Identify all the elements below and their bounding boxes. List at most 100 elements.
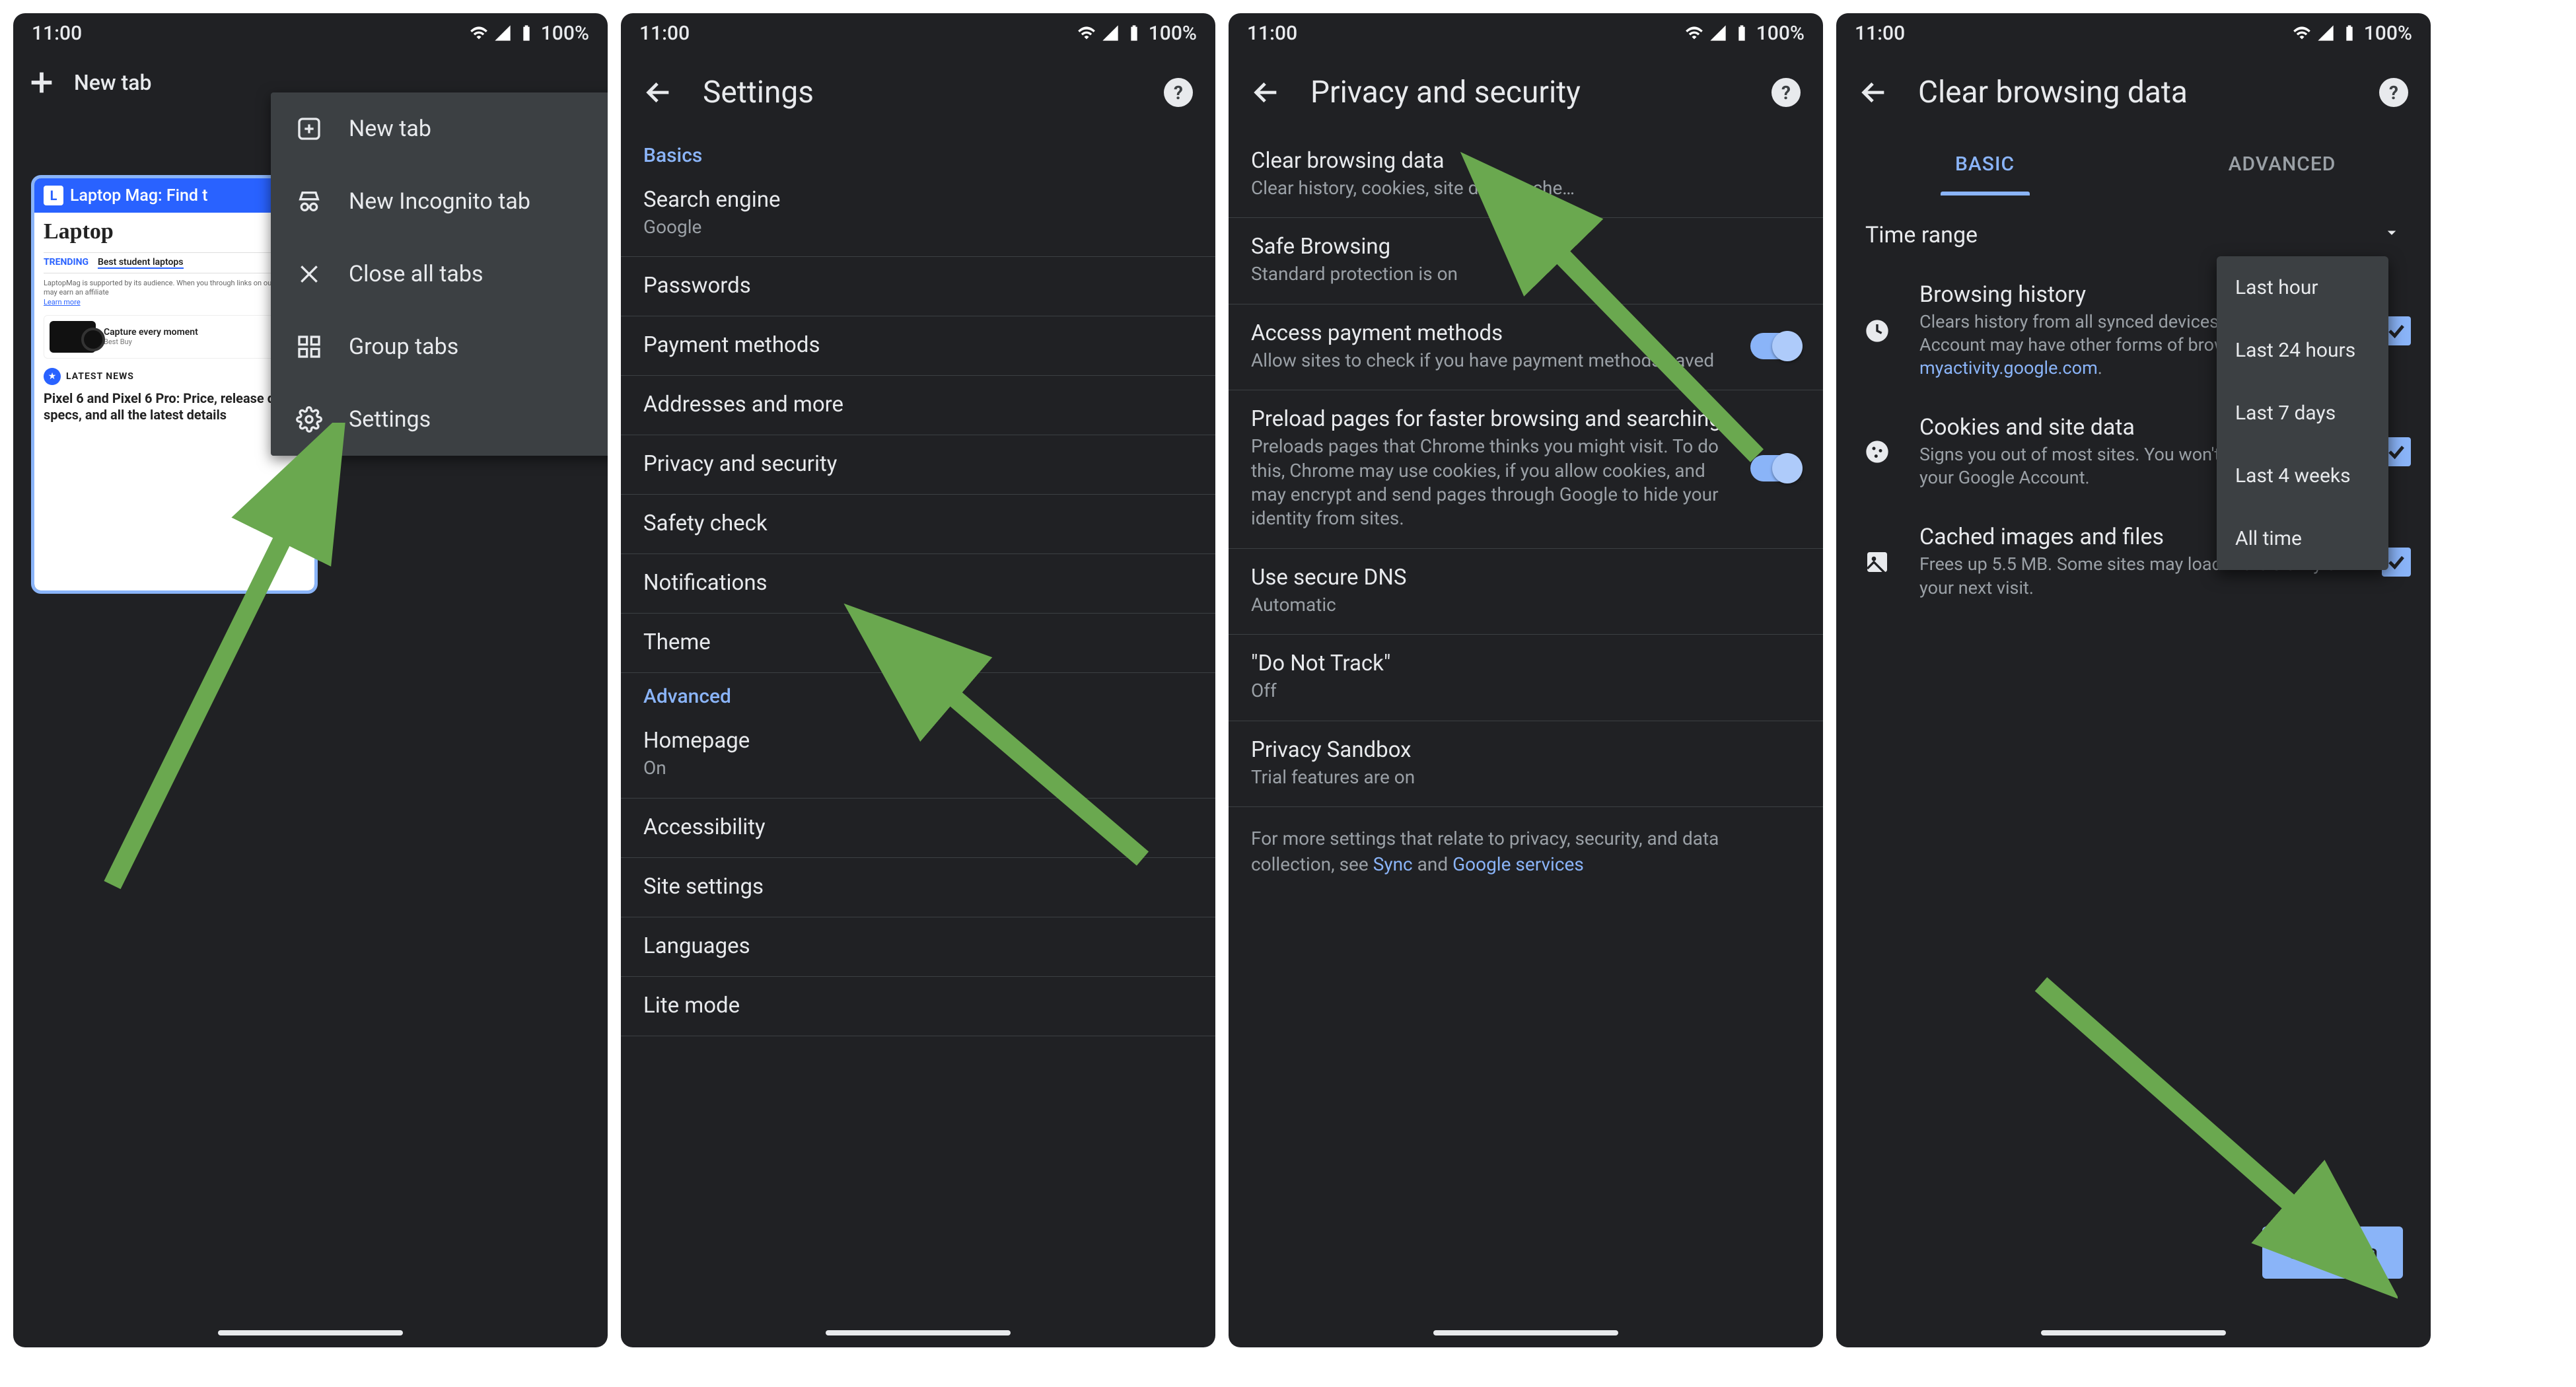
cbd-tabs: BASIC ADVANCED bbox=[1836, 132, 2431, 196]
dd-all-time[interactable]: All time bbox=[2217, 507, 2388, 570]
status-time: 11:00 bbox=[1855, 22, 1905, 45]
privacy-preload-pages[interactable]: Preload pages for faster browsing and se… bbox=[1229, 390, 1823, 549]
menu-close-all[interactable]: Close all tabs bbox=[271, 238, 608, 310]
dd-last-hour[interactable]: Last hour bbox=[2217, 256, 2388, 319]
row-title: Access payment methods bbox=[1251, 320, 1735, 346]
page-title: Settings bbox=[703, 75, 1135, 110]
trending-label: TRENDING bbox=[44, 257, 89, 269]
sub-link[interactable]: myactivity.google.com bbox=[1919, 357, 2098, 378]
toggle[interactable] bbox=[1750, 455, 1801, 481]
wifi-icon bbox=[1077, 24, 1096, 42]
toggle[interactable] bbox=[1750, 333, 1801, 359]
settings-lite-mode[interactable]: Lite mode bbox=[621, 977, 1215, 1036]
back-icon[interactable] bbox=[643, 77, 674, 108]
clear-data-button[interactable]: Clear data bbox=[2262, 1227, 2403, 1279]
row-title: Site settings bbox=[643, 874, 1193, 900]
dd-last-7d[interactable]: Last 7 days bbox=[2217, 382, 2388, 445]
row-sub: Off bbox=[1251, 679, 1801, 703]
screen-4-cleardata: 11:00 100% Clear browsing data ? BASIC A… bbox=[1836, 13, 2431, 1347]
nav-pill[interactable] bbox=[1433, 1330, 1618, 1335]
help-icon[interactable]: ? bbox=[2379, 78, 2408, 107]
privacy-clear-browsing-data[interactable]: Clear browsing data Clear history, cooki… bbox=[1229, 132, 1823, 218]
settings-theme[interactable]: Theme bbox=[621, 614, 1215, 673]
thumb-brand: Laptop bbox=[44, 219, 114, 244]
disclaimer-link: Learn more bbox=[44, 298, 81, 306]
settings-notifications[interactable]: Notifications bbox=[621, 554, 1215, 614]
dd-last-24h[interactable]: Last 24 hours bbox=[2217, 319, 2388, 382]
privacy-secure-dns[interactable]: Use secure DNS Automatic bbox=[1229, 549, 1823, 635]
row-sub: Automatic bbox=[1251, 593, 1801, 617]
image-icon bbox=[1856, 549, 1898, 575]
nav-pill[interactable] bbox=[2041, 1330, 2226, 1335]
footnote-link-google-services[interactable]: Google services bbox=[1452, 853, 1584, 875]
help-icon[interactable]: ? bbox=[1771, 78, 1801, 107]
disclaimer-1: LaptopMag is supported by its audience. … bbox=[44, 279, 208, 287]
settings-safety-check[interactable]: Safety check bbox=[621, 495, 1215, 554]
privacy-access-payment[interactable]: Access payment methods Allow sites to ch… bbox=[1229, 304, 1823, 390]
row-sub: On bbox=[643, 756, 1193, 780]
footnote-text: and bbox=[1413, 853, 1452, 875]
plus-icon[interactable] bbox=[26, 67, 57, 98]
row-title: Accessibility bbox=[643, 814, 1193, 840]
settings-passwords[interactable]: Passwords bbox=[621, 257, 1215, 316]
battery-icon bbox=[517, 24, 536, 42]
menu-new-tab[interactable]: New tab bbox=[271, 92, 608, 165]
menu-group-tabs[interactable]: Group tabs bbox=[271, 310, 608, 383]
row-sub: Clear history, cookies, site data, cache… bbox=[1251, 176, 1801, 200]
back-icon[interactable] bbox=[1859, 77, 1889, 108]
row-title: Clear browsing data bbox=[1251, 148, 1801, 174]
screen-2-settings: 11:00 100% Settings ? Basics Search engi… bbox=[621, 13, 1215, 1347]
settings-accessibility[interactable]: Accessibility bbox=[621, 799, 1215, 858]
settings-privacy-security[interactable]: Privacy and security bbox=[621, 435, 1215, 495]
status-icons: 100% bbox=[470, 22, 589, 45]
app-bar: Clear browsing data ? bbox=[1836, 53, 2431, 132]
back-icon[interactable] bbox=[1251, 77, 1281, 108]
status-time: 11:00 bbox=[32, 22, 82, 45]
settings-languages[interactable]: Languages bbox=[621, 917, 1215, 977]
privacy-do-not-track[interactable]: "Do Not Track" Off bbox=[1229, 635, 1823, 721]
signal-icon bbox=[493, 24, 512, 42]
overflow-menu: New tab New Incognito tab Close all tabs… bbox=[271, 92, 608, 456]
status-time: 11:00 bbox=[1247, 22, 1297, 45]
new-tab-label[interactable]: New tab bbox=[74, 70, 151, 95]
privacy-footnote: For more settings that relate to privacy… bbox=[1229, 807, 1823, 896]
tab-advanced[interactable]: ADVANCED bbox=[2133, 132, 2431, 196]
privacy-safe-browsing[interactable]: Safe Browsing Standard protection is on bbox=[1229, 218, 1823, 304]
row-title: Notifications bbox=[643, 570, 1193, 596]
settings-payment-methods[interactable]: Payment methods bbox=[621, 316, 1215, 376]
close-icon bbox=[296, 261, 322, 287]
nav-pill[interactable] bbox=[218, 1330, 403, 1335]
row-sub: Standard protection is on bbox=[1251, 262, 1801, 286]
menu-settings[interactable]: Settings bbox=[271, 383, 608, 456]
settings-site-settings[interactable]: Site settings bbox=[621, 858, 1215, 917]
wifi-icon bbox=[1685, 24, 1703, 42]
row-title: Passwords bbox=[643, 273, 1193, 299]
settings-addresses[interactable]: Addresses and more bbox=[621, 376, 1215, 435]
star-badge-icon: ★ bbox=[44, 368, 61, 385]
thumb-logo-icon: L bbox=[44, 186, 63, 205]
privacy-privacy-sandbox[interactable]: Privacy Sandbox Trial features are on bbox=[1229, 721, 1823, 807]
settings-homepage[interactable]: HomepageOn bbox=[621, 712, 1215, 798]
signal-icon bbox=[1709, 24, 1727, 42]
nav-pill[interactable] bbox=[826, 1330, 1011, 1335]
time-range-row[interactable]: Time range bbox=[1836, 196, 2431, 264]
footnote-link-sync[interactable]: Sync bbox=[1373, 853, 1413, 875]
thumb-title: Laptop Mag: Find t bbox=[70, 186, 208, 205]
settings-search-engine[interactable]: Search engineGoogle bbox=[621, 171, 1215, 257]
screen-3-privacy: 11:00 100% Privacy and security ? Clear … bbox=[1229, 13, 1823, 1347]
tab-basic[interactable]: BASIC bbox=[1836, 132, 2133, 196]
menu-incognito[interactable]: New Incognito tab bbox=[271, 165, 608, 238]
status-bar: 11:00 100% bbox=[621, 13, 1215, 53]
battery-icon bbox=[1125, 24, 1143, 42]
status-icons: 100% bbox=[2293, 22, 2412, 45]
row-sub: Preloads pages that Chrome thinks you mi… bbox=[1251, 435, 1735, 531]
help-icon[interactable]: ? bbox=[1164, 78, 1193, 107]
row-title: Preload pages for faster browsing and se… bbox=[1251, 406, 1735, 432]
gear-icon bbox=[296, 406, 322, 433]
battery-percent: 100% bbox=[2364, 22, 2412, 45]
wifi-icon bbox=[470, 24, 488, 42]
dd-last-4w[interactable]: Last 4 weeks bbox=[2217, 445, 2388, 507]
row-title: Languages bbox=[643, 933, 1193, 959]
menu-label: Settings bbox=[349, 406, 431, 433]
page-title: Privacy and security bbox=[1310, 75, 1742, 110]
